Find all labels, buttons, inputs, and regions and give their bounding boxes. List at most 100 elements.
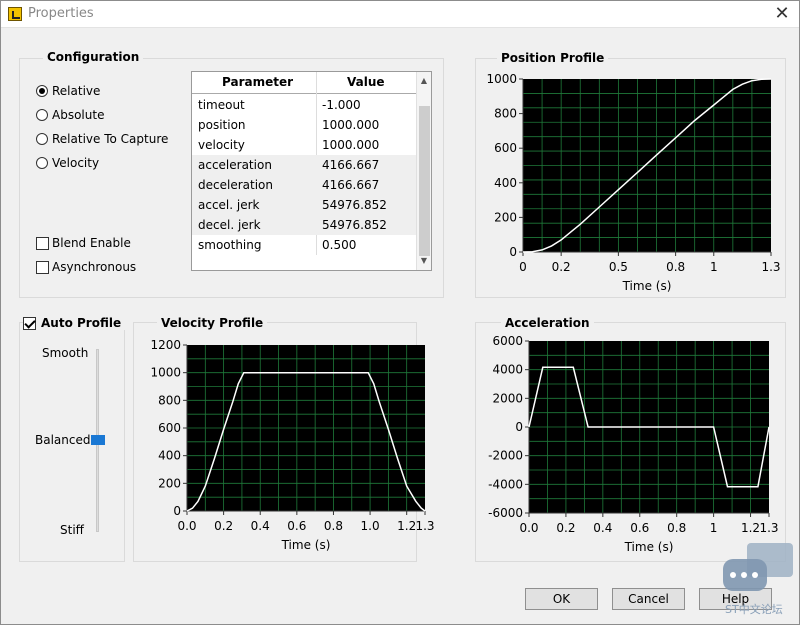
y-tick-label: 0 xyxy=(509,245,517,259)
param-value[interactable]: 0.500 xyxy=(322,238,356,252)
checkbox-label: Asynchronous xyxy=(52,260,137,274)
y-tick-label: 200 xyxy=(158,476,181,490)
column-header-value: Value xyxy=(347,75,385,89)
y-tick-label: 800 xyxy=(494,107,517,121)
x-tick-label: 0.4 xyxy=(593,521,612,535)
table-row[interactable]: acceleration 4166.667 xyxy=(192,155,416,175)
slider-label-balanced: Balanced xyxy=(35,433,91,447)
slider-label-stiff: Stiff xyxy=(60,523,84,537)
radio-indicator xyxy=(36,109,48,121)
checkbox-indicator xyxy=(36,236,49,250)
param-name: velocity xyxy=(198,138,245,152)
mode-relative-to-capture-radio[interactable]: Relative To Capture xyxy=(36,132,168,146)
x-tick-label: 0.0 xyxy=(519,521,538,535)
table-row[interactable]: timeout -1.000 xyxy=(192,95,416,115)
auto-profile-checkbox[interactable]: Auto Profile xyxy=(23,316,126,330)
scroll-thumb[interactable] xyxy=(419,106,430,256)
column-header-parameter: Parameter xyxy=(222,75,294,89)
x-tick-label: 1.2 xyxy=(397,519,416,533)
x-tick-label: 0.2 xyxy=(552,260,571,274)
table-header: Parameter Value xyxy=(192,72,416,94)
param-name: deceleration xyxy=(198,178,273,192)
x-tick-label: 1.3 xyxy=(415,519,434,533)
y-tick-label: 200 xyxy=(494,210,517,224)
labview-app-icon xyxy=(8,7,22,21)
mode-relative-radio[interactable]: Relative xyxy=(36,84,100,98)
x-tick-label: 0.0 xyxy=(177,519,196,533)
y-tick-label: 1200 xyxy=(150,338,181,352)
x-tick-label: 0.5 xyxy=(609,260,628,274)
radio-indicator xyxy=(36,85,48,97)
close-button[interactable]: ✕ xyxy=(769,3,795,25)
x-axis-label: Time (s) xyxy=(281,538,331,552)
cancel-button[interactable]: Cancel xyxy=(612,588,685,610)
profile-slider-thumb[interactable] xyxy=(91,435,105,445)
blend-enable-checkbox[interactable]: Blend Enable xyxy=(36,236,131,250)
parameter-table[interactable]: Parameter Value timeout -1.000 position … xyxy=(191,71,432,271)
x-tick-label: 1.0 xyxy=(361,519,380,533)
y-tick-label: -2000 xyxy=(488,449,523,463)
x-axis-label: Time (s) xyxy=(624,540,674,554)
x-tick-label: 1.2 xyxy=(741,521,760,535)
scroll-down-icon[interactable]: ▼ xyxy=(419,256,429,268)
param-name: timeout xyxy=(198,98,245,112)
y-tick-label: 1000 xyxy=(486,72,517,86)
table-row[interactable]: position 1000.000 xyxy=(192,115,416,135)
y-tick-label: 600 xyxy=(494,141,517,155)
param-name: acceleration xyxy=(198,158,272,172)
velocity-profile-chart: 0 200 400 600 800 1000 1200 0.0 0.2 0.4 0.6 0.8 1.0 1… xyxy=(150,338,434,552)
x-tick-label: 0.6 xyxy=(630,521,649,535)
param-name: accel. jerk xyxy=(198,198,260,212)
mode-velocity-radio[interactable]: Velocity xyxy=(36,156,99,170)
y-tick-label: -4000 xyxy=(488,477,523,491)
mode-absolute-radio[interactable]: Absolute xyxy=(36,108,104,122)
radio-label: Velocity xyxy=(52,156,100,170)
x-tick-label: 0.8 xyxy=(667,521,686,535)
param-value[interactable]: 1000.000 xyxy=(322,138,379,152)
x-tick-label: 0.4 xyxy=(251,519,270,533)
x-tick-label: 0.8 xyxy=(324,519,343,533)
asynchronous-checkbox[interactable]: Asynchronous xyxy=(36,260,136,274)
acceleration-chart: -6000 -4000 -2000 0 2000 4000 6000 0.0 0.2 0.4 0.6… xyxy=(488,334,778,554)
title-bar: Properties ✕ xyxy=(1,1,799,28)
x-tick-label: 0 xyxy=(519,260,527,274)
param-value[interactable]: 4166.667 xyxy=(322,158,379,172)
table-row[interactable]: velocity 1000.000 xyxy=(192,135,416,155)
scroll-up-icon[interactable]: ▲ xyxy=(419,76,429,88)
x-tick-label: 0.6 xyxy=(287,519,306,533)
param-value[interactable]: -1.000 xyxy=(322,98,361,112)
radio-indicator xyxy=(36,133,48,145)
forum-watermark: ST中文论坛 xyxy=(721,541,795,621)
ok-button[interactable]: OK xyxy=(525,588,598,610)
position-profile-chart: 0 200 400 600 800 1000 0 0.2 0.5 0.8 1 1.3 Time (s) xyxy=(486,72,780,293)
y-tick-label: 400 xyxy=(158,449,181,463)
table-row[interactable]: decel. jerk 54976.852 xyxy=(192,215,416,235)
y-tick-label: 6000 xyxy=(492,334,523,348)
radio-label: Relative xyxy=(52,84,101,98)
y-tick-label: 400 xyxy=(494,176,517,190)
table-row[interactable]: accel. jerk 54976.852 xyxy=(192,195,416,215)
y-tick-label: 600 xyxy=(158,421,181,435)
checkbox-indicator xyxy=(36,260,49,274)
table-row[interactable]: deceleration 4166.667 xyxy=(192,175,416,195)
param-name: position xyxy=(198,118,246,132)
y-tick-label: -6000 xyxy=(488,506,523,520)
param-name: decel. jerk xyxy=(198,218,261,232)
param-value[interactable]: 4166.667 xyxy=(322,178,379,192)
velocity-profile-title: Velocity Profile xyxy=(157,316,268,330)
x-tick-label: 1 xyxy=(710,521,718,535)
x-tick-label: 1.3 xyxy=(761,260,780,274)
param-value[interactable]: 54976.852 xyxy=(322,218,387,232)
checkbox-indicator xyxy=(23,316,36,330)
y-tick-label: 0 xyxy=(173,504,181,518)
slider-label-smooth: Smooth xyxy=(42,346,89,360)
table-row[interactable]: smoothing 0.500 xyxy=(192,235,416,255)
param-value[interactable]: 54976.852 xyxy=(322,198,387,212)
properties-dialog: Properties ✕ Configuration Relative Abso… xyxy=(0,0,800,625)
x-axis-label: Time (s) xyxy=(622,279,672,293)
table-scrollbar[interactable]: ▲ ▼ xyxy=(416,72,431,270)
param-value[interactable]: 1000.000 xyxy=(322,118,379,132)
configuration-title: Configuration xyxy=(43,50,144,64)
radio-indicator xyxy=(36,157,48,169)
y-tick-label: 800 xyxy=(158,393,181,407)
